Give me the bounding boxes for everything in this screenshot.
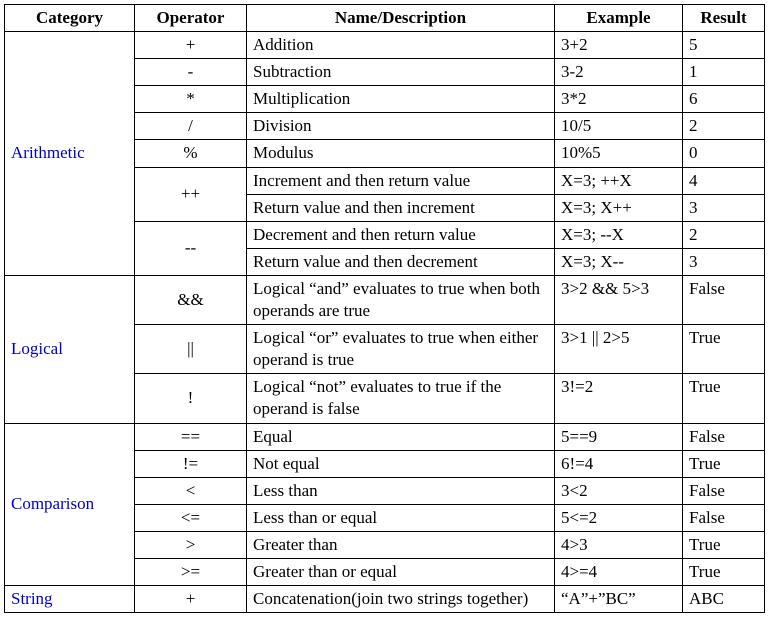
operator-cell: ! bbox=[135, 374, 247, 423]
operator-cell: + bbox=[135, 32, 247, 59]
name-cell: Greater than bbox=[247, 531, 555, 558]
name-cell: Addition bbox=[247, 32, 555, 59]
table-row: String + Concatenation(join two strings … bbox=[5, 586, 765, 613]
name-cell: Multiplication bbox=[247, 86, 555, 113]
result-cell: True bbox=[683, 374, 765, 423]
result-cell: 2 bbox=[683, 221, 765, 248]
result-cell: True bbox=[683, 558, 765, 585]
header-row: Category Operator Name/Description Examp… bbox=[5, 5, 765, 32]
result-cell: 2 bbox=[683, 113, 765, 140]
category-arithmetic: Arithmetic bbox=[5, 32, 135, 276]
operator-cell: % bbox=[135, 140, 247, 167]
result-cell: 1 bbox=[683, 59, 765, 86]
example-cell: 3>1 || 2>5 bbox=[555, 325, 683, 374]
result-cell: 3 bbox=[683, 194, 765, 221]
operator-cell: + bbox=[135, 586, 247, 613]
operator-cell: == bbox=[135, 423, 247, 450]
operator-cell: - bbox=[135, 59, 247, 86]
example-cell: 5==9 bbox=[555, 423, 683, 450]
name-cell: Not equal bbox=[247, 450, 555, 477]
name-cell: Less than bbox=[247, 477, 555, 504]
result-cell: 6 bbox=[683, 86, 765, 113]
result-cell: 4 bbox=[683, 167, 765, 194]
result-cell: 3 bbox=[683, 248, 765, 275]
example-cell: X=3; --X bbox=[555, 221, 683, 248]
example-cell: 3<2 bbox=[555, 477, 683, 504]
name-cell: Subtraction bbox=[247, 59, 555, 86]
operator-cell: <= bbox=[135, 504, 247, 531]
result-cell: True bbox=[683, 325, 765, 374]
name-cell: Less than or equal bbox=[247, 504, 555, 531]
category-logical: Logical bbox=[5, 275, 135, 423]
header-result: Result bbox=[683, 5, 765, 32]
category-string: String bbox=[5, 586, 135, 613]
example-cell: 5<=2 bbox=[555, 504, 683, 531]
name-cell: Modulus bbox=[247, 140, 555, 167]
name-cell: Concatenation(join two strings together) bbox=[247, 586, 555, 613]
example-cell: 10/5 bbox=[555, 113, 683, 140]
header-category: Category bbox=[5, 5, 135, 32]
result-cell: False bbox=[683, 477, 765, 504]
table-row: Comparison == Equal 5==9 False bbox=[5, 423, 765, 450]
name-cell: Greater than or equal bbox=[247, 558, 555, 585]
example-cell: 3*2 bbox=[555, 86, 683, 113]
result-cell: False bbox=[683, 423, 765, 450]
operators-table: Category Operator Name/Description Examp… bbox=[4, 4, 765, 613]
example-cell: 10%5 bbox=[555, 140, 683, 167]
example-cell: 6!=4 bbox=[555, 450, 683, 477]
example-cell: X=3; ++X bbox=[555, 167, 683, 194]
name-cell: Logical “or” evaluates to true when eith… bbox=[247, 325, 555, 374]
name-cell: Division bbox=[247, 113, 555, 140]
example-cell: “A”+”BC” bbox=[555, 586, 683, 613]
operator-cell: * bbox=[135, 86, 247, 113]
example-cell: 3-2 bbox=[555, 59, 683, 86]
result-cell: 5 bbox=[683, 32, 765, 59]
name-cell: Return value and then decrement bbox=[247, 248, 555, 275]
header-name: Name/Description bbox=[247, 5, 555, 32]
result-cell: True bbox=[683, 450, 765, 477]
example-cell: X=3; X++ bbox=[555, 194, 683, 221]
operator-cell: ++ bbox=[135, 167, 247, 221]
example-cell: 4>3 bbox=[555, 531, 683, 558]
operator-cell: > bbox=[135, 531, 247, 558]
operator-cell: || bbox=[135, 325, 247, 374]
operator-cell: >= bbox=[135, 558, 247, 585]
operator-cell: -- bbox=[135, 221, 247, 275]
name-cell: Increment and then return value bbox=[247, 167, 555, 194]
example-cell: 3!=2 bbox=[555, 374, 683, 423]
category-comparison: Comparison bbox=[5, 423, 135, 586]
result-cell: 0 bbox=[683, 140, 765, 167]
operator-cell: / bbox=[135, 113, 247, 140]
example-cell: 3>2 && 5>3 bbox=[555, 275, 683, 324]
example-cell: 3+2 bbox=[555, 32, 683, 59]
result-cell: ABC bbox=[683, 586, 765, 613]
example-cell: 4>=4 bbox=[555, 558, 683, 585]
example-cell: X=3; X-- bbox=[555, 248, 683, 275]
table-row: Logical && Logical “and” evaluates to tr… bbox=[5, 275, 765, 324]
operator-cell: < bbox=[135, 477, 247, 504]
name-cell: Equal bbox=[247, 423, 555, 450]
operator-cell: != bbox=[135, 450, 247, 477]
operator-cell: && bbox=[135, 275, 247, 324]
header-example: Example bbox=[555, 5, 683, 32]
result-cell: False bbox=[683, 504, 765, 531]
table-row: Arithmetic + Addition 3+2 5 bbox=[5, 32, 765, 59]
name-cell: Logical “and” evaluates to true when bot… bbox=[247, 275, 555, 324]
name-cell: Decrement and then return value bbox=[247, 221, 555, 248]
header-operator: Operator bbox=[135, 5, 247, 32]
result-cell: False bbox=[683, 275, 765, 324]
name-cell: Logical “not” evaluates to true if the o… bbox=[247, 374, 555, 423]
name-cell: Return value and then increment bbox=[247, 194, 555, 221]
result-cell: True bbox=[683, 531, 765, 558]
